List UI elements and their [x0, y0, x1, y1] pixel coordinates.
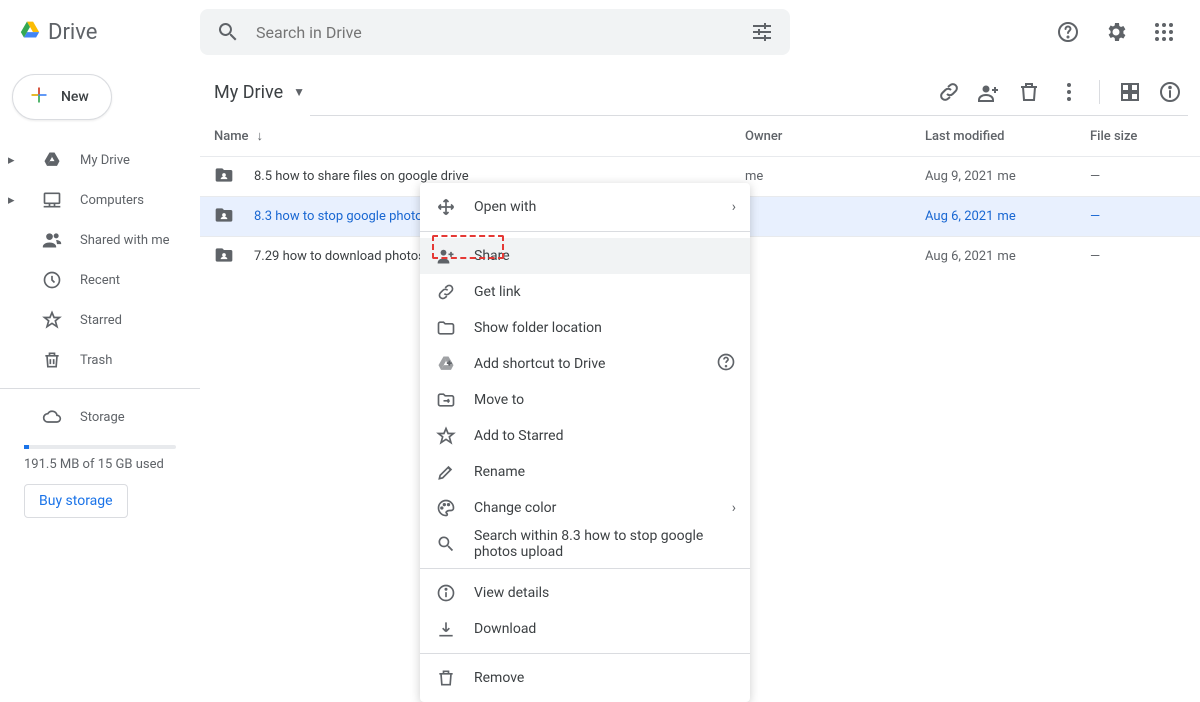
apps-icon[interactable] — [1144, 12, 1184, 52]
product-title: Drive — [48, 20, 97, 45]
ctx-get-link[interactable]: Get link — [420, 274, 750, 310]
search-options-icon[interactable] — [742, 12, 782, 52]
cloud-icon — [42, 407, 62, 427]
star-icon — [436, 426, 456, 446]
sidebar-item-shared[interactable]: ▸ Shared with me — [0, 220, 200, 260]
drive-logo-icon — [20, 20, 40, 44]
plus-icon — [29, 85, 49, 109]
clock-icon — [42, 270, 62, 290]
chevron-right-icon: › — [732, 500, 736, 516]
selection-toolbar — [931, 74, 1200, 110]
folder-icon — [214, 245, 238, 269]
col-modified[interactable]: Last modified — [925, 129, 1090, 144]
sidebar-item-computers[interactable]: ▸ Computers — [0, 180, 200, 220]
ctx-change-color[interactable]: Change color › — [420, 490, 750, 526]
col-size[interactable]: File size — [1090, 129, 1200, 144]
sidebar-item-label: Starred — [80, 313, 122, 328]
ctx-remove[interactable]: Remove — [420, 660, 750, 696]
info-icon[interactable] — [1152, 74, 1188, 110]
logo[interactable]: Drive — [8, 20, 200, 45]
trash-icon — [42, 350, 62, 370]
help-icon[interactable] — [1048, 12, 1088, 52]
move-icon — [436, 390, 456, 410]
sidebar: New ▸ My Drive ▸ Computers ▸ Shared with… — [0, 64, 200, 580]
sidebar-item-label: Trash — [80, 353, 112, 368]
file-modified: Aug 6, 2021me — [925, 249, 1090, 264]
sidebar-item-label: Storage — [80, 410, 125, 425]
sidebar-item-trash[interactable]: ▸ Trash — [0, 340, 200, 380]
file-size: — — [1090, 169, 1200, 184]
file-owner: me — [745, 169, 925, 184]
col-owner[interactable]: Owner — [745, 129, 925, 144]
open-with-icon — [436, 197, 456, 217]
ctx-download[interactable]: Download — [420, 611, 750, 647]
computers-icon — [42, 190, 62, 210]
ctx-view-details[interactable]: View details — [420, 575, 750, 611]
shared-icon — [42, 230, 62, 250]
palette-icon — [436, 498, 456, 518]
breadcrumb-label: My Drive — [214, 82, 283, 103]
chevron-right-icon: › — [732, 199, 736, 215]
ctx-open-with[interactable]: Open with › — [420, 189, 750, 225]
more-icon[interactable] — [1051, 74, 1087, 110]
chevron-down-icon: ▼ — [293, 85, 305, 99]
ctx-search-within[interactable]: Search within 8.3 how to stop google pho… — [420, 526, 750, 562]
ctx-share[interactable]: Share — [420, 238, 750, 274]
ctx-move-to[interactable]: Move to — [420, 382, 750, 418]
search-icon — [436, 534, 456, 554]
ctx-add-shortcut[interactable]: Add shortcut to Drive — [420, 346, 750, 382]
link-icon — [436, 282, 456, 302]
search-wrap — [200, 9, 920, 55]
pencil-icon — [436, 462, 456, 482]
col-name[interactable]: Name ↓ — [214, 128, 745, 144]
file-modified: Aug 9, 2021me — [925, 169, 1090, 184]
header-right — [1048, 12, 1192, 52]
context-menu: Open with › Share Get link Show folder l… — [420, 183, 750, 702]
folder-icon — [214, 165, 238, 189]
file-modified: Aug 6, 2021me — [925, 209, 1090, 224]
chevron-right-icon: ▸ — [8, 153, 18, 168]
download-icon — [436, 619, 456, 639]
folder-icon — [214, 205, 238, 229]
search-icon[interactable] — [208, 12, 248, 52]
file-name: 8.5 how to share files on google drive — [254, 169, 745, 184]
new-button[interactable]: New — [12, 74, 112, 120]
storage-text: 191.5 MB of 15 GB used — [0, 449, 200, 484]
sidebar-item-storage[interactable]: ▸ Storage — [0, 397, 200, 437]
trash-icon — [436, 668, 456, 688]
buy-storage-button[interactable]: Buy storage — [24, 484, 128, 518]
settings-icon[interactable] — [1096, 12, 1136, 52]
grid-view-icon[interactable] — [1112, 74, 1148, 110]
get-link-icon[interactable] — [931, 74, 967, 110]
header: Drive — [0, 0, 1200, 64]
sidebar-item-label: Computers — [80, 193, 144, 208]
chevron-right-icon: ▸ — [8, 193, 18, 208]
share-person-icon — [436, 246, 456, 266]
ctx-show-location[interactable]: Show folder location — [420, 310, 750, 346]
drive-icon — [42, 150, 62, 170]
star-icon — [42, 310, 62, 330]
search-input[interactable] — [256, 23, 734, 42]
sidebar-item-label: Shared with me — [80, 233, 170, 248]
search-bar[interactable] — [200, 9, 790, 55]
sidebar-item-recent[interactable]: ▸ Recent — [0, 260, 200, 300]
sort-arrow-icon: ↓ — [257, 128, 264, 144]
columns-header: Name ↓ Owner Last modified File size — [200, 116, 1200, 156]
folder-icon — [436, 318, 456, 338]
sidebar-item-my-drive[interactable]: ▸ My Drive — [0, 140, 200, 180]
info-icon — [436, 583, 456, 603]
file-size: — — [1090, 249, 1200, 264]
sidebar-item-label: My Drive — [80, 153, 130, 168]
file-size: — — [1090, 209, 1200, 224]
sidebar-item-label: Recent — [80, 273, 120, 288]
sidebar-item-starred[interactable]: ▸ Starred — [0, 300, 200, 340]
delete-icon[interactable] — [1011, 74, 1047, 110]
shortcut-icon — [436, 354, 456, 374]
new-button-label: New — [61, 89, 89, 105]
ctx-add-star[interactable]: Add to Starred — [420, 418, 750, 454]
share-icon[interactable] — [971, 74, 1007, 110]
help-icon — [716, 352, 736, 376]
ctx-rename[interactable]: Rename — [420, 454, 750, 490]
breadcrumb[interactable]: My Drive ▼ — [200, 82, 305, 103]
